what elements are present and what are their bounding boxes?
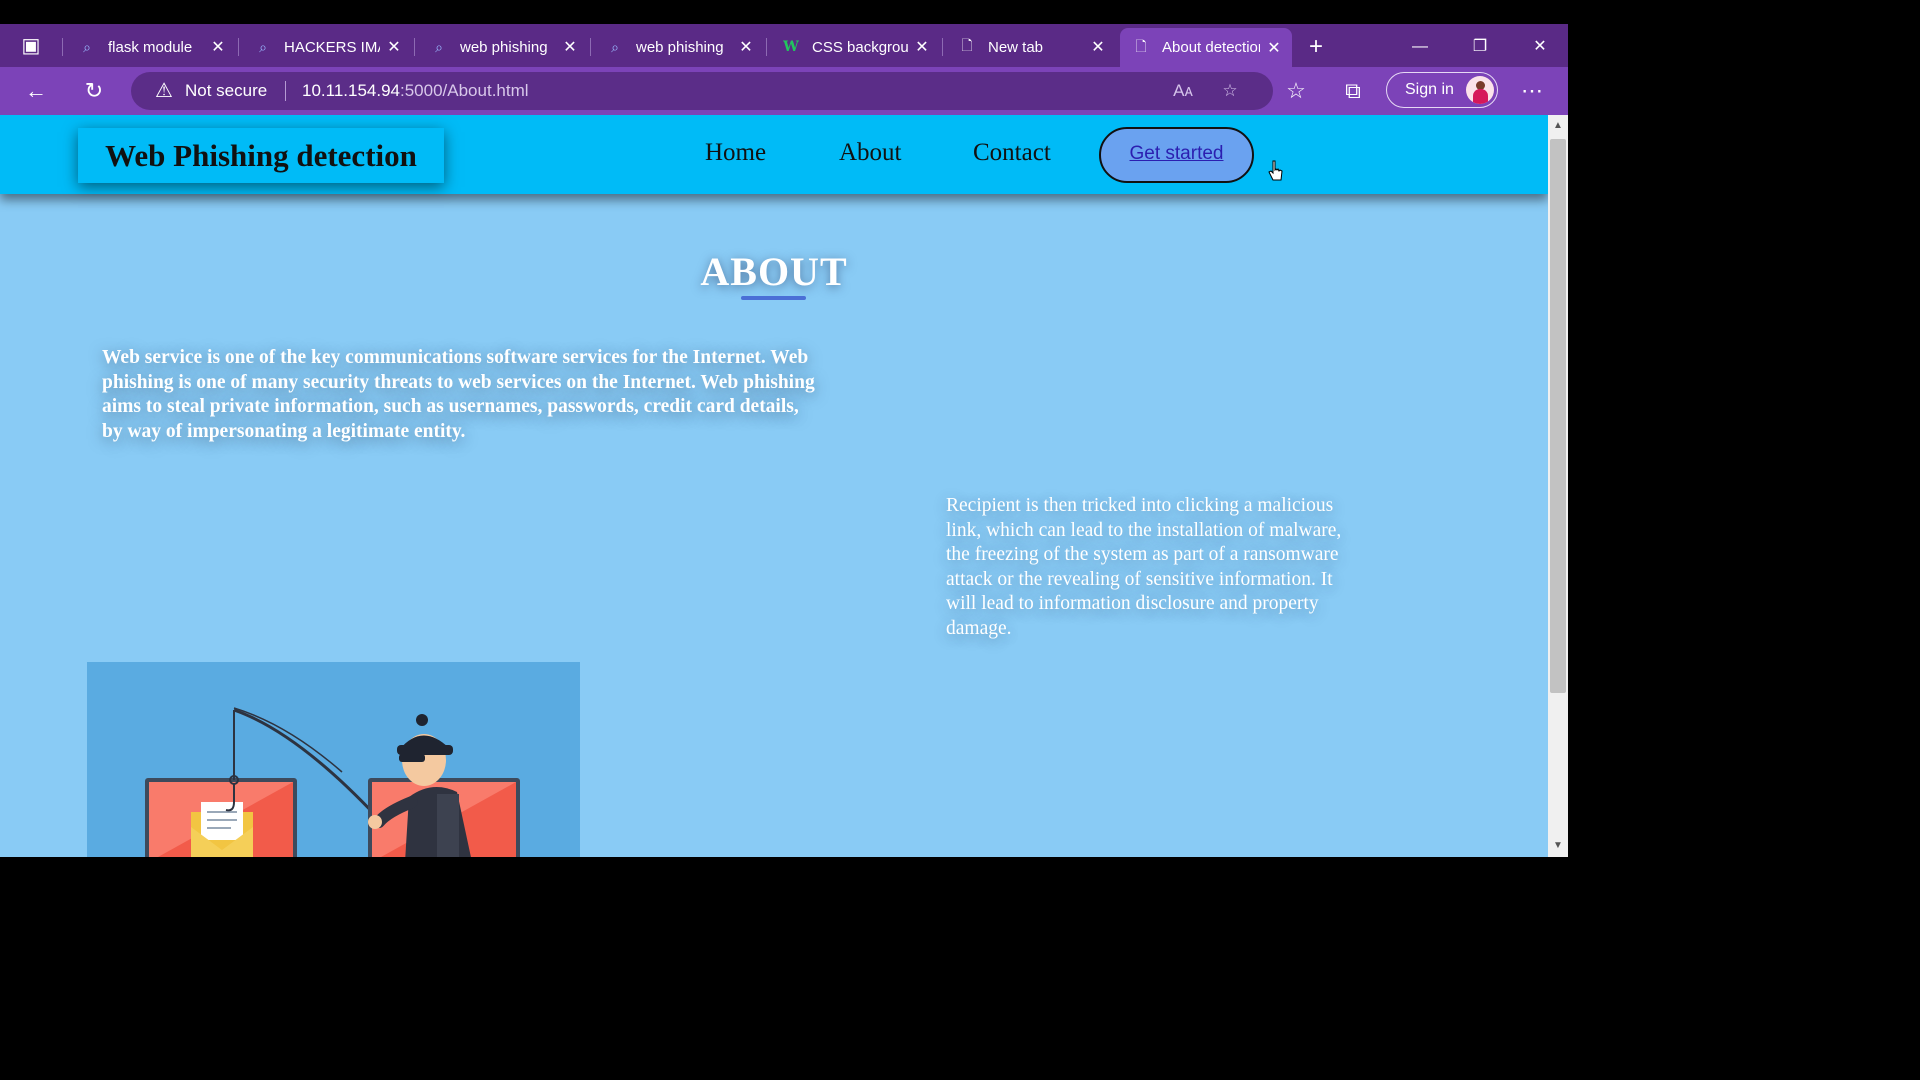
tab-separator <box>238 38 239 56</box>
tab-label: web phishing <box>636 38 724 56</box>
close-window-icon[interactable]: ✕ <box>1520 32 1560 62</box>
restore-icon[interactable]: ❐ <box>1460 32 1500 62</box>
tab-label: About detection <box>1162 39 1260 56</box>
close-icon[interactable]: ✕ <box>1266 38 1282 58</box>
url-path: :5000/About.html <box>400 81 529 100</box>
read-aloud-icon[interactable]: Aᴀ <box>1170 79 1196 103</box>
search-icon: ⌕ <box>83 38 91 55</box>
url-text[interactable]: 10.11.154.94:5000/About.html <box>302 81 529 101</box>
url-host: 10.11.154.94 <box>302 81 400 100</box>
window-bottom-bar <box>0 857 1568 882</box>
window-top-bar <box>0 0 1568 24</box>
tab-new-tab[interactable]: 🗋 New tab ✕ <box>946 32 1116 62</box>
close-icon[interactable]: ✕ <box>914 37 930 57</box>
add-favorite-icon[interactable]: ☆ <box>1217 79 1243 103</box>
tab-web-phishing-2[interactable]: ⌕ web phishing ✕ <box>594 32 764 62</box>
close-icon[interactable]: ✕ <box>210 37 226 57</box>
logo-text: Web Phishing detection <box>105 138 417 173</box>
back-arrow-icon[interactable]: ← <box>21 77 51 105</box>
phishing-illustration <box>87 662 580 857</box>
favorites-icon[interactable]: ☆ <box>1281 77 1311 105</box>
tab-separator <box>590 38 591 56</box>
warning-icon: ⚠ <box>155 80 173 102</box>
nav-home-link[interactable]: Home <box>705 139 766 167</box>
browser-toolbar: ← ↻ ⚠ Not secure 10.11.154.94:5000/About… <box>0 67 1568 115</box>
tab-about-detection[interactable]: 🗋 About detection ✕ <box>1120 28 1292 67</box>
collections-icon[interactable]: ⧉ <box>1338 77 1368 105</box>
hacker-fishing-image <box>145 707 520 857</box>
sign-in-label: Sign in <box>1405 81 1454 98</box>
search-icon: ⌕ <box>259 38 267 55</box>
get-started-label: Get started <box>1129 143 1224 164</box>
tab-web-phishing-1[interactable]: ⌕ web phishing ✕ <box>418 32 588 62</box>
refresh-icon[interactable]: ↻ <box>79 77 109 105</box>
minimize-icon[interactable]: — <box>1400 32 1440 62</box>
tab-separator <box>62 38 63 56</box>
page-viewport: Web Phishing detection Home About Contac… <box>0 115 1548 857</box>
scroll-up-icon[interactable]: ▲ <box>1548 119 1568 133</box>
close-icon[interactable]: ✕ <box>738 37 754 57</box>
close-icon[interactable]: ✕ <box>1090 37 1106 57</box>
tab-actions-icon[interactable]: ▣ <box>14 34 48 58</box>
search-icon: ⌕ <box>435 38 443 55</box>
document-icon: 🗋 <box>961 37 973 53</box>
tab-separator <box>414 38 415 56</box>
page-scrollbar[interactable]: ▲ ▼ <box>1548 115 1568 857</box>
tab-label: CSS background <box>812 38 908 56</box>
tab-strip: ▣ ⌕ flask module ✕ ⌕ HACKERS IMAGES ✕ ⌕ … <box>0 24 1568 67</box>
security-label[interactable]: Not secure <box>185 81 267 101</box>
avatar <box>1466 76 1494 104</box>
new-tab-icon[interactable]: + <box>1300 32 1332 62</box>
site-navbar: Web Phishing detection Home About Contac… <box>0 115 1548 194</box>
close-icon[interactable]: ✕ <box>562 37 578 57</box>
get-started-button[interactable]: Get started <box>1099 127 1254 183</box>
tab-css-background[interactable]: W CSS background ✕ <box>770 32 940 62</box>
close-icon[interactable]: ✕ <box>386 37 402 57</box>
nav-about-link[interactable]: About <box>839 139 902 167</box>
mouse-pointer-icon <box>1268 160 1283 181</box>
more-options-icon[interactable]: ⋯ <box>1517 77 1547 105</box>
heading-underline <box>741 296 806 300</box>
document-icon: 🗋 <box>1135 37 1147 54</box>
tab-label: web phishing <box>460 38 548 56</box>
sign-in-button[interactable]: Sign in <box>1386 72 1498 108</box>
tab-label: New tab <box>988 38 1044 56</box>
tab-flask-module[interactable]: ⌕ flask module ✕ <box>66 32 236 62</box>
nav-contact-link[interactable]: Contact <box>973 139 1051 167</box>
scrollbar-thumb[interactable] <box>1550 139 1566 693</box>
about-heading: ABOUT <box>700 249 848 294</box>
tab-separator <box>766 38 767 56</box>
search-icon: ⌕ <box>611 38 619 55</box>
tab-separator <box>942 38 943 56</box>
site-logo[interactable]: Web Phishing detection <box>78 128 444 183</box>
address-separator <box>285 81 286 101</box>
tab-label: HACKERS IMAGES <box>284 38 380 56</box>
scroll-down-icon[interactable]: ▼ <box>1548 839 1568 853</box>
tab-hackers-images[interactable]: ⌕ HACKERS IMAGES ✕ <box>242 32 412 62</box>
about-paragraph-1: Web service is one of the key communicat… <box>102 347 815 442</box>
about-paragraph-2: Recipient is then tricked into clicking … <box>946 495 1342 639</box>
w3schools-icon: W <box>783 39 799 55</box>
tab-label: flask module <box>108 38 193 56</box>
address-bar[interactable]: ⚠ Not secure 10.11.154.94:5000/About.htm… <box>131 72 1273 110</box>
